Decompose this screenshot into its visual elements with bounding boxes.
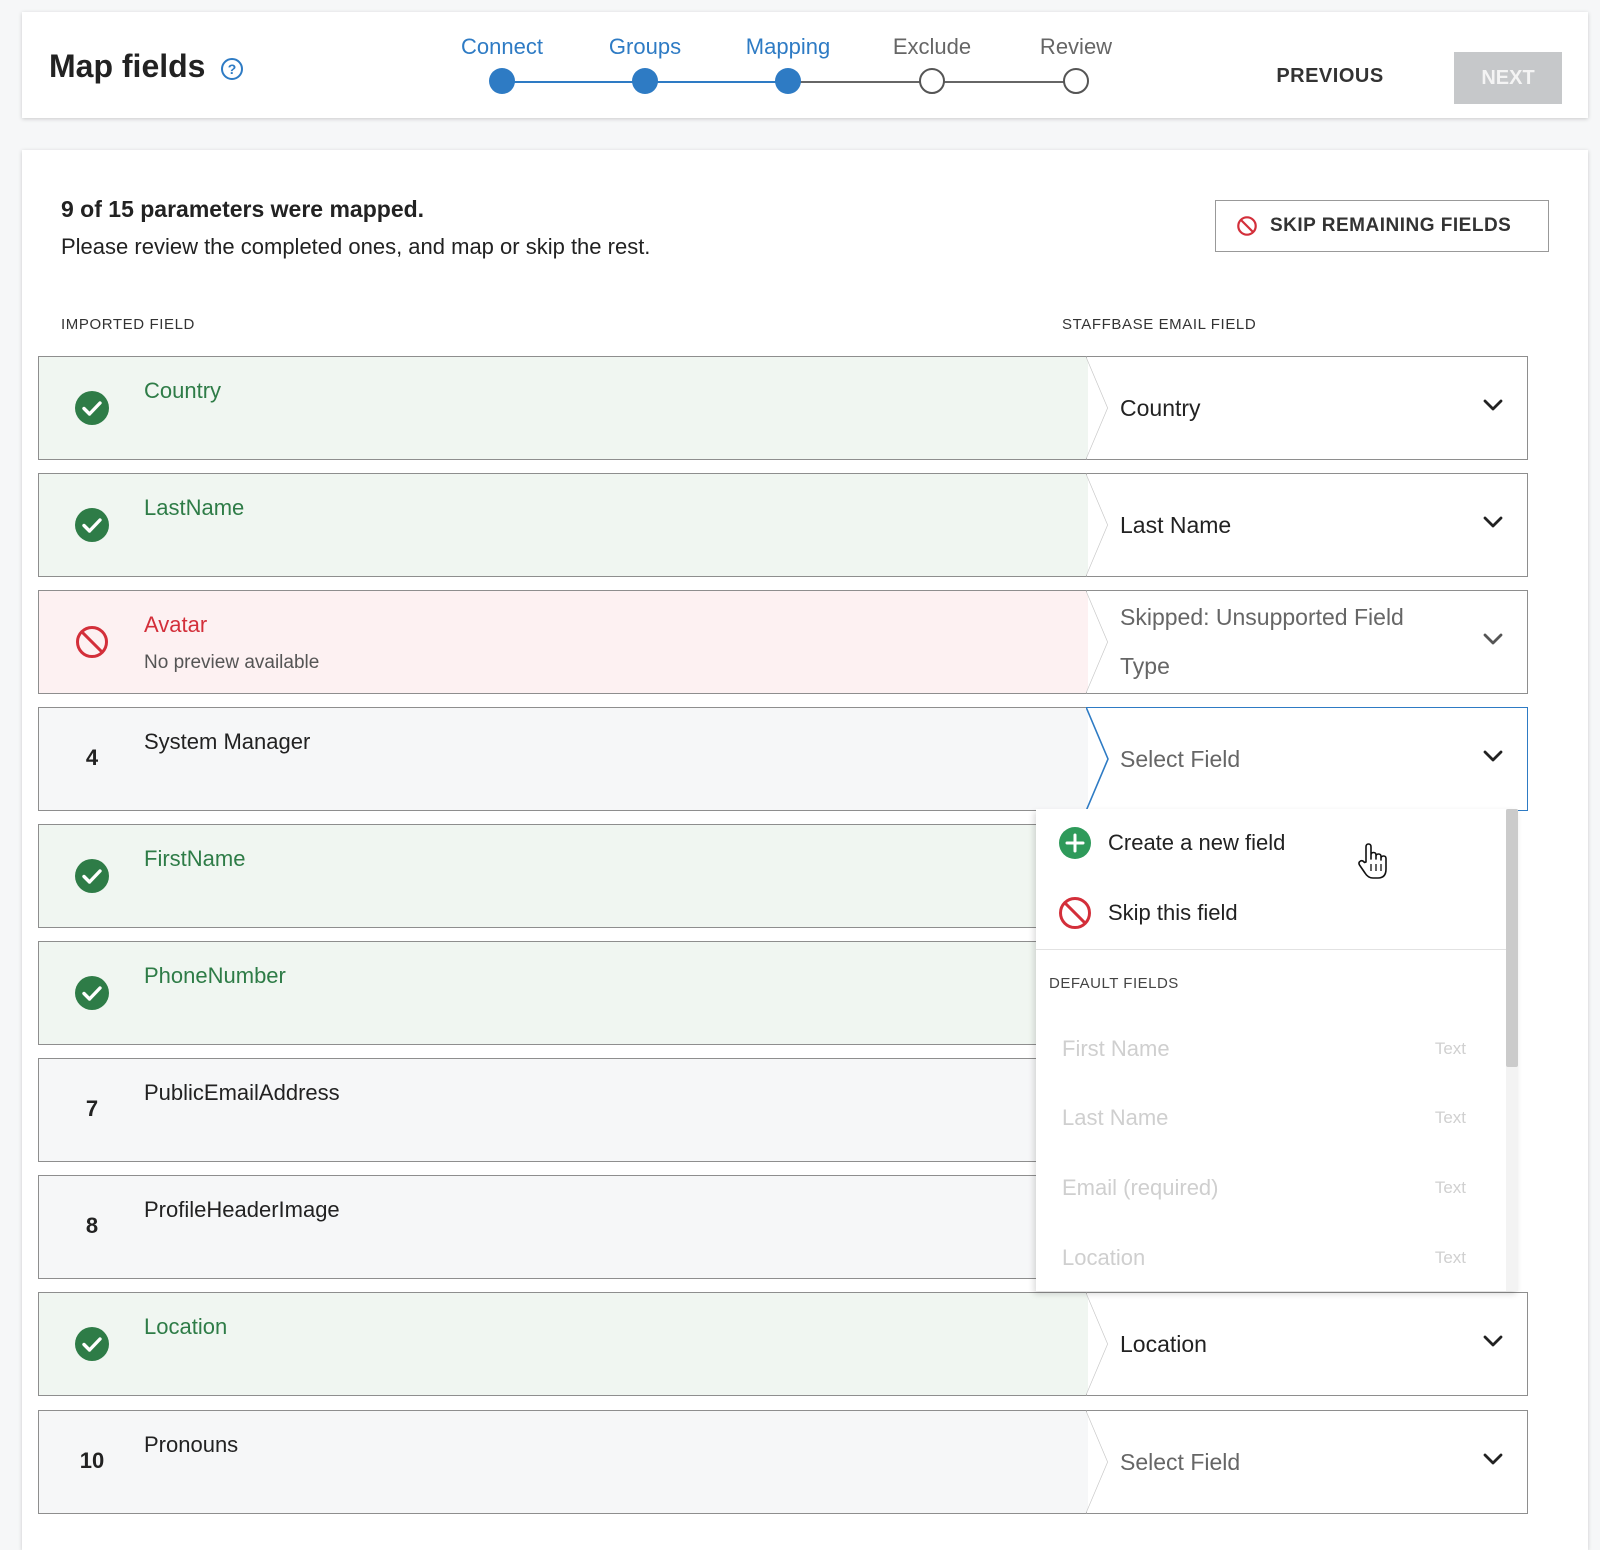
step-connect-label[interactable]: Connect	[461, 34, 543, 60]
field-row-avatar: Avatar No preview available Skipped: Uns…	[38, 590, 1528, 694]
plus-circle-icon	[1059, 827, 1091, 859]
imported-field-name: FirstName	[144, 846, 246, 871]
check-circle-icon	[74, 858, 110, 894]
imported-field-cell	[38, 590, 1088, 694]
imported-field-name: ProfileHeaderImage	[144, 1197, 340, 1222]
prohibited-icon	[1237, 216, 1257, 236]
selected-field-value: Country	[1120, 394, 1201, 421]
imported-field-preview: No preview available	[144, 652, 320, 673]
chevron-down-icon[interactable]	[1482, 632, 1504, 646]
imported-field-name: Location	[144, 1314, 228, 1339]
imported-field-cell	[38, 1058, 1088, 1162]
field-row-pronouns: 10 Pronouns Select Field	[38, 1410, 1528, 1514]
select-field-placeholder: Select Field	[1120, 1448, 1241, 1475]
imported-field-name: System Manager	[144, 729, 311, 754]
check-circle-icon	[74, 507, 110, 543]
hand-pointer-icon	[1358, 843, 1387, 879]
next-button[interactable]: NEXT	[1454, 52, 1562, 104]
chevron-down-icon[interactable]	[1482, 515, 1504, 529]
step-exclude-label: Exclude	[892, 34, 972, 59]
default-field-option[interactable]: Location Text	[1062, 1238, 1466, 1278]
chevron-down-icon[interactable]	[1482, 1452, 1504, 1466]
selected-field-value: Location	[1120, 1330, 1207, 1357]
chevron-down-icon[interactable]	[1482, 749, 1504, 763]
skip-this-field-option[interactable]: Skip this field	[1036, 883, 1506, 943]
skip-this-field-label: Skip this field	[1108, 900, 1238, 925]
imported-field-cell	[38, 824, 1088, 928]
field-row-system-manager: 4 System Manager Select Field	[38, 707, 1528, 811]
page-title: Map fields	[49, 48, 206, 84]
selected-field-value: Last Name	[1120, 511, 1232, 538]
option-type: Text	[1434, 1039, 1466, 1058]
select-field-placeholder: Select Field	[1120, 745, 1241, 772]
default-field-option[interactable]: Last Name Text	[1062, 1098, 1466, 1138]
default-field-option[interactable]: Email (required) Text	[1062, 1168, 1466, 1208]
imported-field-name: Pronouns	[144, 1432, 239, 1457]
mapping-summary: 9 of 15 parameters were mapped.	[61, 196, 425, 222]
option-type: Text	[1434, 1108, 1466, 1127]
imported-field-name: Country	[144, 378, 222, 403]
imported-field-cell	[38, 356, 1088, 460]
wizard-header: Map fields ? Connect Groups Mapping Excl…	[22, 12, 1588, 118]
create-new-field-option[interactable]: Create a new field	[1036, 813, 1506, 873]
option-label: Email (required)	[1062, 1175, 1219, 1200]
option-label: Last Name	[1062, 1105, 1169, 1130]
imported-field-cell	[38, 1410, 1088, 1514]
imported-field-column-header: IMPORTED FIELD	[61, 316, 195, 333]
field-select-dropdown: Create a new field Skip this field DEFAU…	[1036, 809, 1518, 1291]
chevron-down-icon[interactable]	[1482, 398, 1504, 412]
imported-field-name: PhoneNumber	[144, 963, 286, 988]
imported-field-cell	[38, 473, 1088, 577]
create-new-field-label: Create a new field	[1108, 830, 1286, 855]
step-groups-label[interactable]: Groups	[609, 34, 681, 60]
skip-remaining-label: SKIP REMAINING FIELDS	[1270, 215, 1512, 236]
imported-field-name: PublicEmailAddress	[144, 1080, 340, 1105]
help-circle-icon[interactable]: ?	[221, 58, 243, 80]
field-index: 10	[79, 1448, 105, 1473]
option-label: First Name	[1062, 1036, 1170, 1061]
step-groups-dot[interactable]	[632, 68, 658, 94]
chevron-down-icon[interactable]	[1482, 1334, 1504, 1348]
imported-field-cell	[38, 941, 1088, 1045]
imported-field-cell	[38, 1292, 1088, 1396]
option-type: Text	[1434, 1178, 1466, 1197]
dropdown-divider	[1036, 949, 1506, 950]
check-circle-icon	[74, 390, 110, 426]
step-connect-dot[interactable]	[489, 68, 515, 94]
previous-button[interactable]: PREVIOUS	[1250, 50, 1410, 102]
row-arrow-divider	[1086, 707, 1109, 811]
imported-field-cell	[38, 1175, 1088, 1279]
mapping-instructions: Please review the completed ones, and ma…	[61, 234, 651, 259]
default-field-option[interactable]: First Name Text	[1062, 1029, 1466, 1069]
check-circle-icon	[74, 1326, 110, 1362]
imported-field-cell	[38, 707, 1088, 811]
field-row-location: Location Location	[38, 1292, 1528, 1396]
dropdown-scrollbar-thumb[interactable]	[1506, 809, 1518, 1067]
prohibited-icon	[1059, 897, 1091, 929]
option-label: Location	[1062, 1245, 1146, 1270]
skip-remaining-fields-button[interactable]: SKIP REMAINING FIELDS	[1215, 200, 1549, 252]
imported-field-name: LastName	[144, 495, 245, 520]
check-circle-icon	[74, 975, 110, 1011]
step-mapping-label[interactable]: Mapping	[746, 34, 830, 60]
option-type: Text	[1434, 1248, 1466, 1267]
step-mapping-dot[interactable]	[775, 68, 801, 94]
field-row-country: Country Country	[38, 356, 1528, 460]
step-exclude-dot	[919, 68, 945, 94]
step-review-dot	[1063, 68, 1089, 94]
field-row-lastname: LastName Last Name	[38, 473, 1528, 577]
field-index: 7	[85, 1096, 99, 1121]
field-index: 8	[85, 1213, 99, 1238]
selected-field-value: Skipped: Unsupported Field Type	[1120, 604, 1404, 679]
default-fields-header: DEFAULT FIELDS	[1049, 975, 1179, 992]
step-review-label: Review	[1039, 34, 1113, 59]
prohibited-icon	[74, 624, 110, 660]
imported-field-name: Avatar	[144, 612, 208, 637]
field-index: 4	[85, 745, 99, 770]
staffbase-field-column-header: STAFFBASE EMAIL FIELD	[1062, 316, 1257, 333]
